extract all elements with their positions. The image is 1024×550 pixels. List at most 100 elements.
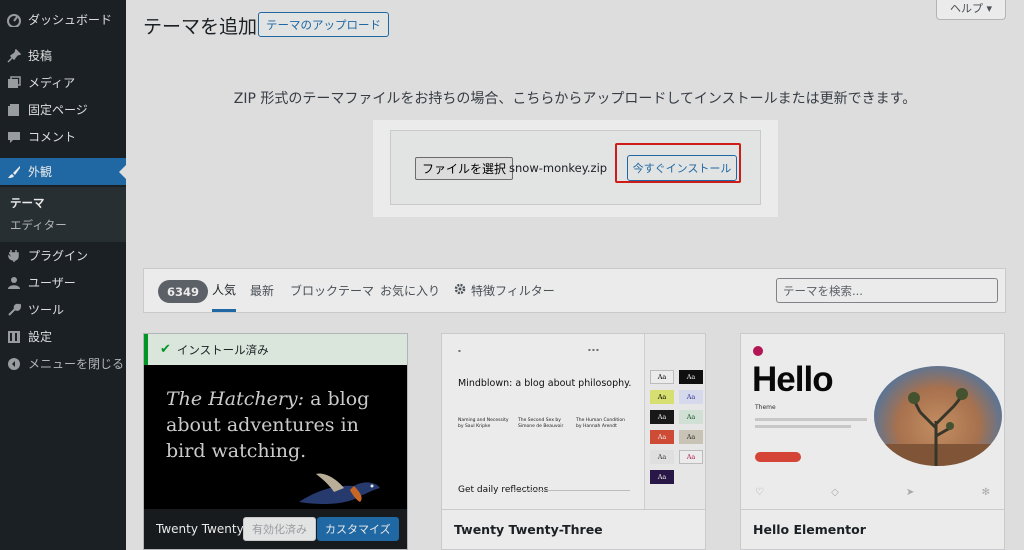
activated-button: 有効化済み [243, 517, 316, 541]
sidebar-item-settings[interactable]: 設定 [0, 323, 126, 350]
customize-button[interactable]: カスタマイズ [317, 517, 399, 541]
sidebar-item-label: ツール [28, 303, 65, 317]
help-tab-button[interactable]: ヘルプ ▾ [936, 0, 1006, 20]
comment-icon [6, 129, 22, 145]
sidebar-item-label: 設定 [28, 330, 53, 344]
diamond-icon: ◇ [831, 487, 839, 498]
choose-file-button[interactable]: ファイルを選択 [415, 157, 514, 180]
preview-logo-mark: ▪ [458, 348, 461, 353]
preview-post-title: The Second Sex by Simone de Beauvoir [518, 418, 564, 429]
theme-name: Twenty Twenty-Fo [156, 522, 243, 536]
tab-block-themes[interactable]: ブロックテーマ [290, 269, 374, 312]
plugin-icon [6, 248, 22, 264]
upload-form: ファイルを選択 snow-monkey.zip 今すぐインストール [390, 130, 761, 205]
sidebar-item-comments[interactable]: コメント [0, 123, 126, 150]
dashboard-icon [6, 12, 22, 28]
style-swatch: Aa [650, 450, 674, 464]
theme-count-badge: 6349 [158, 280, 209, 303]
sidebar-item-label: コメント [28, 130, 77, 144]
preview-subtitle: Theme [755, 404, 776, 411]
gear-icon [454, 283, 466, 298]
elementor-logo [753, 346, 763, 356]
appearance-submenu: テーマ エディター [0, 187, 126, 242]
sidebar-item-media[interactable]: メディア [0, 69, 126, 96]
style-swatch: Aa [650, 410, 674, 424]
collapse-menu-button[interactable]: メニューを閉じる [0, 350, 126, 377]
theme-search-input[interactable] [776, 278, 998, 303]
sidebar-item-label: 外観 [28, 165, 53, 179]
feature-filter-button[interactable]: 特徴フィルター [454, 269, 555, 312]
feature-filter-label: 特徴フィルター [471, 284, 555, 298]
theme-preview-text: The Hatchery: a blog about adventures in… [166, 386, 396, 464]
upload-description: ZIP 形式のテーマファイルをお持ちの場合、こちらからアップロードしてインストー… [233, 91, 917, 107]
sidebar-item-label: 投稿 [28, 49, 53, 63]
preview-title: Hello [752, 360, 834, 399]
lightbulb-icon: ♡ [755, 487, 764, 498]
submenu-item-editor[interactable]: エディター [10, 217, 67, 233]
preview-text-lines [755, 425, 851, 428]
preview-post-title: The Human Condition by Hannah Arendt [576, 418, 625, 429]
style-swatch: Aa [650, 430, 674, 444]
preview-cta-button [755, 452, 801, 462]
theme-card-footer: Hello Elementor [741, 509, 1004, 549]
pin-icon [6, 48, 22, 64]
sidebar-item-tools[interactable]: ツール [0, 296, 126, 323]
submenu-item-themes[interactable]: テーマ [10, 195, 45, 211]
tab-favorites[interactable]: お気に入り [380, 269, 440, 312]
style-swatch: Aa [650, 390, 674, 404]
theme-card-hello-elementor[interactable]: Hello Theme ♡ ◇ ➤ ✻ Hello Elementor [740, 333, 1005, 550]
preview-feature-icons: ♡ ◇ ➤ ✻ [755, 487, 990, 498]
style-swatch: Aa [679, 370, 703, 384]
page-icon [6, 102, 22, 118]
sidebar-item-posts[interactable]: 投稿 [0, 42, 126, 69]
tab-latest[interactable]: 最新 [250, 269, 274, 312]
theme-filter-bar: 6349 人気 最新 ブロックテーマ お気に入り 特徴フィルター [143, 268, 1006, 313]
upload-theme-button[interactable]: テーマのアップロード [258, 12, 389, 37]
theme-screenshot: Hello Theme ♡ ◇ ➤ ✻ [741, 334, 1004, 511]
sidebar-item-pages[interactable]: 固定ページ [0, 96, 126, 123]
theme-screenshot: ▪ ▪ ▪ ▪ Mindblown: a blog about philosop… [442, 334, 642, 511]
install-now-button[interactable]: 今すぐインストール [627, 155, 737, 181]
preview-headline: Mindblown: a blog about philosophy. [458, 378, 632, 389]
theme-name: Twenty Twenty-Three [454, 522, 603, 537]
sidebar-item-label: ダッシュボード [28, 13, 113, 27]
style-swatch: Aa [650, 470, 674, 484]
selected-file-name: snow-monkey.zip [509, 161, 608, 175]
sidebar-item-label: プラグイン [28, 249, 89, 263]
style-swatch: Aa [679, 430, 703, 444]
theme-card-twenty-twenty-four[interactable]: ✔ インストール済み The Hatchery: a blog about ad… [143, 333, 408, 550]
settings-icon [6, 329, 22, 345]
preview-nav-dots: ▪ ▪ ▪ [588, 347, 599, 352]
theme-card-footer: Twenty Twenty-Fo 有効化済み カスタマイズ [144, 509, 407, 549]
style-swatch: Aa [679, 450, 703, 464]
preview-post-title: Naming and Necessity by Saul Kripke [458, 418, 509, 429]
preview-divider [514, 490, 630, 491]
sidebar-item-label: 固定ページ [28, 103, 88, 117]
user-icon [6, 275, 22, 291]
sidebar-item-label: メディア [28, 76, 76, 90]
style-swatch: Aa [650, 370, 674, 384]
page-title: テーマを追加 [143, 16, 258, 38]
sidebar-item-dashboard[interactable]: ダッシュボード [0, 6, 126, 33]
snowflake-icon: ✻ [981, 487, 990, 498]
style-swatch: Aa [679, 390, 703, 404]
paper-plane-icon: ➤ [906, 487, 915, 498]
style-swatch: Aa [679, 410, 703, 424]
media-icon [6, 75, 22, 91]
bird-illustration [299, 473, 380, 504]
wrench-icon [6, 302, 22, 318]
sidebar-item-label: メニューを閉じる [28, 357, 125, 371]
sidebar-item-appearance[interactable]: 外観 [0, 158, 126, 185]
sidebar-item-users[interactable]: ユーザー [0, 269, 126, 296]
theme-card-twenty-twenty-three[interactable]: ▪ ▪ ▪ ▪ Mindblown: a blog about philosop… [441, 333, 706, 550]
preview-italic-text: The Hatchery: [166, 388, 305, 410]
tab-popular[interactable]: 人気 [212, 269, 237, 312]
upload-panel: ファイルを選択 snow-monkey.zip 今すぐインストール [373, 120, 778, 217]
sidebar-item-plugins[interactable]: プラグイン [0, 242, 126, 269]
sidebar-item-label: ユーザー [28, 276, 76, 290]
checkmark-icon: ✔ [160, 342, 171, 357]
joshua-tree-image [874, 366, 1002, 466]
brush-icon [6, 164, 22, 180]
installed-notice: ✔ インストール済み [144, 334, 407, 365]
collapse-icon [6, 356, 22, 372]
